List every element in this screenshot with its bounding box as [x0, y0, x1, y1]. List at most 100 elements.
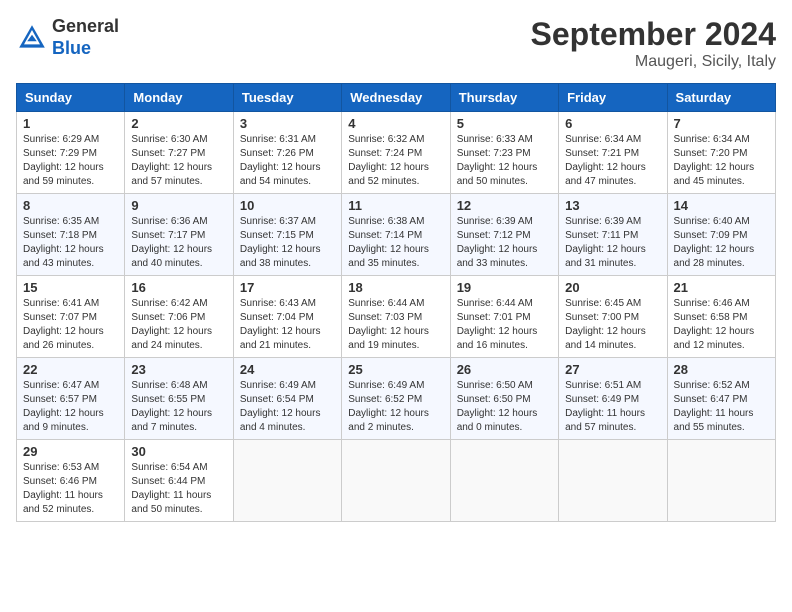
day-number: 28: [674, 362, 769, 377]
day-info: Sunrise: 6:37 AMSunset: 7:15 PMDaylight:…: [240, 215, 335, 271]
day-number: 24: [240, 362, 335, 377]
weekday-header-sunday: Sunday: [17, 84, 125, 112]
calendar-week-row: 1 Sunrise: 6:29 AMSunset: 7:29 PMDaylight…: [17, 112, 776, 194]
calendar-day-cell: 24 Sunrise: 6:49 AMSunset: 6:54 PMDayligh…: [233, 358, 341, 440]
empty-cell: [450, 440, 558, 522]
day-number: 13: [565, 198, 660, 213]
empty-cell: [667, 440, 775, 522]
logo: General Blue: [16, 16, 119, 59]
page-header: General Blue September 2024 Maugeri, Sic…: [16, 16, 776, 71]
calendar-day-cell: 20 Sunrise: 6:45 AMSunset: 7:00 PMDayligh…: [559, 276, 667, 358]
weekday-header-wednesday: Wednesday: [342, 84, 450, 112]
calendar-day-cell: 27 Sunrise: 6:51 AMSunset: 6:49 PMDayligh…: [559, 358, 667, 440]
day-number: 18: [348, 280, 443, 295]
calendar-day-cell: 12 Sunrise: 6:39 AMSunset: 7:12 PMDayligh…: [450, 194, 558, 276]
calendar-week-row: 22Sunrise: 6:47 AMSunset: 6:57 PMDayligh…: [17, 358, 776, 440]
day-info: Sunrise: 6:42 AMSunset: 7:06 PMDaylight:…: [131, 297, 226, 353]
calendar-day-cell: 1 Sunrise: 6:29 AMSunset: 7:29 PMDaylight…: [17, 112, 125, 194]
location: Maugeri, Sicily, Italy: [531, 53, 776, 71]
day-info: Sunrise: 6:34 AMSunset: 7:20 PMDaylight:…: [674, 133, 769, 189]
logo-text: General Blue: [52, 16, 119, 59]
empty-cell: [342, 440, 450, 522]
day-number: 8: [23, 198, 118, 213]
calendar-day-cell: 2Sunrise: 6:30 AMSunset: 7:27 PMDaylight…: [125, 112, 233, 194]
day-info: Sunrise: 6:33 AMSunset: 7:23 PMDaylight:…: [457, 133, 552, 189]
month-title: September 2024: [531, 16, 776, 53]
day-number: 10: [240, 198, 335, 213]
day-number: 19: [457, 280, 552, 295]
empty-cell: [233, 440, 341, 522]
day-number: 4: [348, 116, 443, 131]
day-info: Sunrise: 6:43 AMSunset: 7:04 PMDaylight:…: [240, 297, 335, 353]
day-info: Sunrise: 6:54 AMSunset: 6:44 PMDaylight:…: [131, 461, 226, 517]
calendar-day-cell: 30 Sunrise: 6:54 AMSunset: 6:44 PMDayligh…: [125, 440, 233, 522]
day-number: 30: [131, 444, 226, 459]
calendar-day-cell: 5 Sunrise: 6:33 AMSunset: 7:23 PMDaylight…: [450, 112, 558, 194]
calendar-week-row: 8Sunrise: 6:35 AMSunset: 7:18 PMDaylight…: [17, 194, 776, 276]
day-number: 12: [457, 198, 552, 213]
calendar-day-cell: 21Sunrise: 6:46 AMSunset: 6:58 PMDayligh…: [667, 276, 775, 358]
day-info: Sunrise: 6:47 AMSunset: 6:57 PMDaylight:…: [23, 379, 118, 435]
day-info: Sunrise: 6:39 AMSunset: 7:11 PMDaylight:…: [565, 215, 660, 271]
calendar-week-row: 29Sunrise: 6:53 AMSunset: 6:46 PMDayligh…: [17, 440, 776, 522]
weekday-header-thursday: Thursday: [450, 84, 558, 112]
calendar-day-cell: 16 Sunrise: 6:42 AMSunset: 7:06 PMDayligh…: [125, 276, 233, 358]
day-number: 3: [240, 116, 335, 131]
day-number: 25: [348, 362, 443, 377]
calendar-day-cell: 25 Sunrise: 6:49 AMSunset: 6:52 PMDayligh…: [342, 358, 450, 440]
calendar-day-cell: 15 Sunrise: 6:41 AMSunset: 7:07 PMDayligh…: [17, 276, 125, 358]
day-number: 15: [23, 280, 118, 295]
day-number: 1: [23, 116, 118, 131]
day-info: Sunrise: 6:49 AMSunset: 6:52 PMDaylight:…: [348, 379, 443, 435]
day-info: Sunrise: 6:52 AMSunset: 6:47 PMDaylight:…: [674, 379, 769, 435]
calendar-day-cell: 28 Sunrise: 6:52 AMSunset: 6:47 PMDayligh…: [667, 358, 775, 440]
day-info: Sunrise: 6:30 AMSunset: 7:27 PMDaylight:…: [131, 133, 226, 189]
calendar-day-cell: 19Sunrise: 6:44 AMSunset: 7:01 PMDayligh…: [450, 276, 558, 358]
calendar-table: SundayMondayTuesdayWednesdayThursdayFrid…: [16, 83, 776, 522]
weekday-header-saturday: Saturday: [667, 84, 775, 112]
day-info: Sunrise: 6:36 AMSunset: 7:17 PMDaylight:…: [131, 215, 226, 271]
title-section: September 2024 Maugeri, Sicily, Italy: [531, 16, 776, 71]
day-info: Sunrise: 6:45 AMSunset: 7:00 PMDaylight:…: [565, 297, 660, 353]
day-number: 26: [457, 362, 552, 377]
day-info: Sunrise: 6:41 AMSunset: 7:07 PMDaylight:…: [23, 297, 118, 353]
weekday-header-monday: Monday: [125, 84, 233, 112]
day-number: 17: [240, 280, 335, 295]
weekday-header-friday: Friday: [559, 84, 667, 112]
day-number: 27: [565, 362, 660, 377]
day-info: Sunrise: 6:49 AMSunset: 6:54 PMDaylight:…: [240, 379, 335, 435]
day-info: Sunrise: 6:29 AMSunset: 7:29 PMDaylight:…: [23, 133, 118, 189]
day-info: Sunrise: 6:53 AMSunset: 6:46 PMDaylight:…: [23, 461, 118, 517]
calendar-day-cell: 29Sunrise: 6:53 AMSunset: 6:46 PMDayligh…: [17, 440, 125, 522]
logo-icon: [16, 22, 48, 54]
day-number: 9: [131, 198, 226, 213]
calendar-day-cell: 22Sunrise: 6:47 AMSunset: 6:57 PMDayligh…: [17, 358, 125, 440]
calendar-day-cell: 8Sunrise: 6:35 AMSunset: 7:18 PMDaylight…: [17, 194, 125, 276]
calendar-day-cell: 17 Sunrise: 6:43 AMSunset: 7:04 PMDayligh…: [233, 276, 341, 358]
calendar-day-cell: 6 Sunrise: 6:34 AMSunset: 7:21 PMDaylight…: [559, 112, 667, 194]
calendar-header-row: SundayMondayTuesdayWednesdayThursdayFrid…: [17, 84, 776, 112]
day-number: 11: [348, 198, 443, 213]
day-number: 21: [674, 280, 769, 295]
day-number: 16: [131, 280, 226, 295]
day-info: Sunrise: 6:48 AMSunset: 6:55 PMDaylight:…: [131, 379, 226, 435]
calendar-day-cell: 23Sunrise: 6:48 AMSunset: 6:55 PMDayligh…: [125, 358, 233, 440]
day-info: Sunrise: 6:50 AMSunset: 6:50 PMDaylight:…: [457, 379, 552, 435]
empty-cell: [559, 440, 667, 522]
day-number: 6: [565, 116, 660, 131]
day-info: Sunrise: 6:44 AMSunset: 7:03 PMDaylight:…: [348, 297, 443, 353]
calendar-day-cell: 7Sunrise: 6:34 AMSunset: 7:20 PMDaylight…: [667, 112, 775, 194]
day-number: 20: [565, 280, 660, 295]
day-info: Sunrise: 6:34 AMSunset: 7:21 PMDaylight:…: [565, 133, 660, 189]
calendar-day-cell: 11Sunrise: 6:38 AMSunset: 7:14 PMDayligh…: [342, 194, 450, 276]
day-info: Sunrise: 6:39 AMSunset: 7:12 PMDaylight:…: [457, 215, 552, 271]
day-info: Sunrise: 6:31 AMSunset: 7:26 PMDaylight:…: [240, 133, 335, 189]
day-info: Sunrise: 6:51 AMSunset: 6:49 PMDaylight:…: [565, 379, 660, 435]
weekday-header-tuesday: Tuesday: [233, 84, 341, 112]
calendar-day-cell: 18 Sunrise: 6:44 AMSunset: 7:03 PMDayligh…: [342, 276, 450, 358]
day-number: 5: [457, 116, 552, 131]
calendar-day-cell: 14Sunrise: 6:40 AMSunset: 7:09 PMDayligh…: [667, 194, 775, 276]
calendar-day-cell: 10 Sunrise: 6:37 AMSunset: 7:15 PMDayligh…: [233, 194, 341, 276]
calendar-day-cell: 4Sunrise: 6:32 AMSunset: 7:24 PMDaylight…: [342, 112, 450, 194]
calendar-day-cell: 26 Sunrise: 6:50 AMSunset: 6:50 PMDayligh…: [450, 358, 558, 440]
